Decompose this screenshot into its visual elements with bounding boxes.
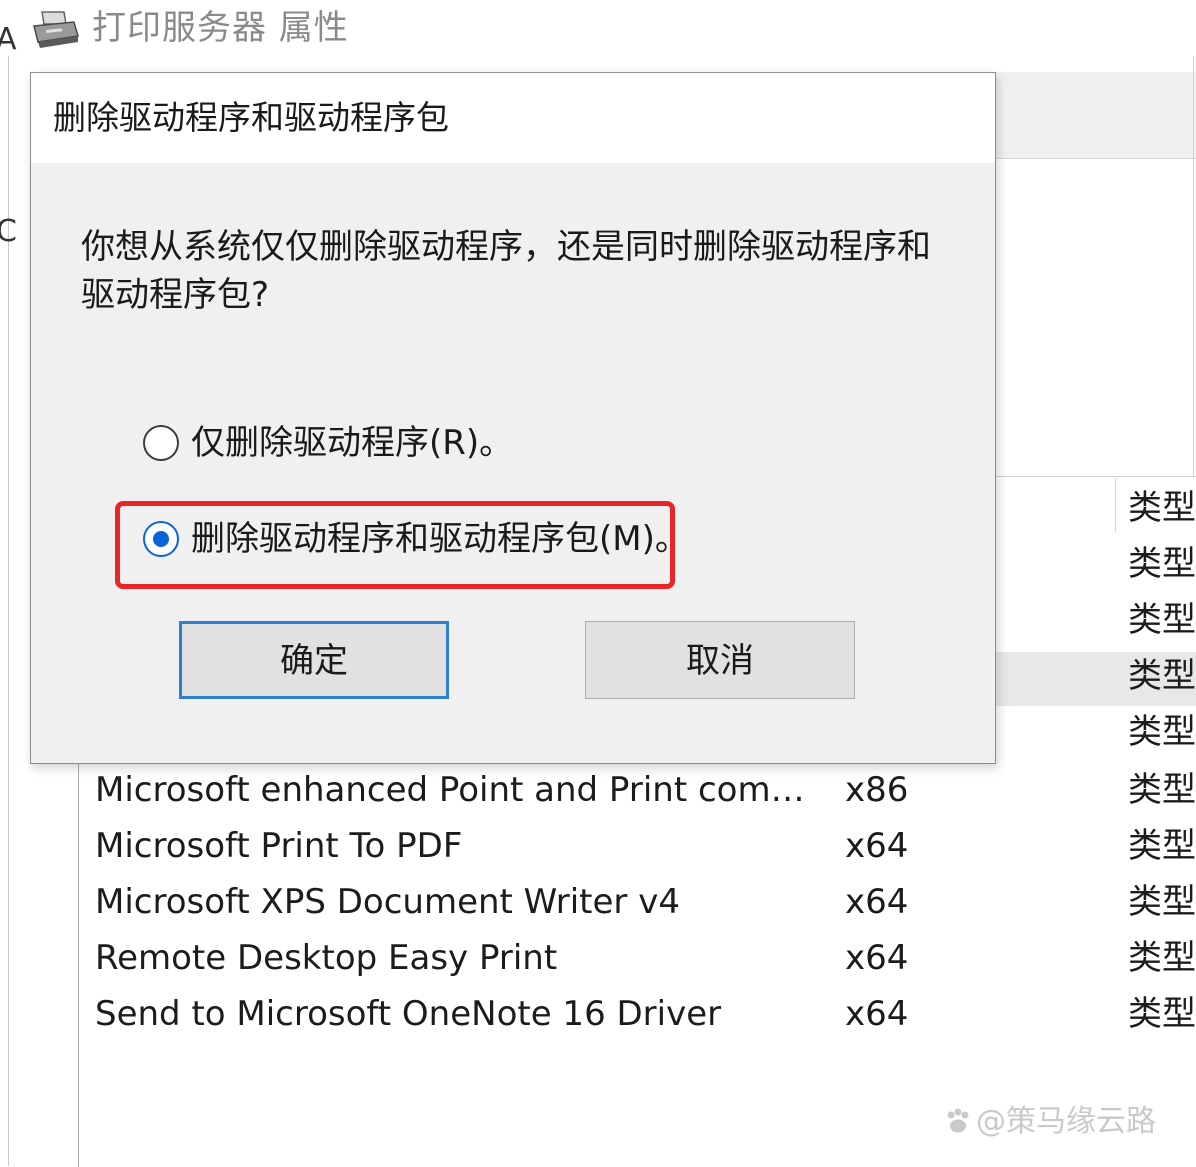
watermark-text: @策马缘云路 bbox=[976, 1104, 1156, 1139]
driver-environment: x64 bbox=[845, 994, 909, 1034]
clipped-label: A bbox=[0, 22, 17, 57]
type-cell: 类型 bbox=[1128, 656, 1196, 696]
type-cell: 类型 bbox=[1128, 544, 1196, 584]
driver-environment: x64 bbox=[845, 826, 909, 866]
type-cell: 类型 bbox=[1128, 712, 1196, 752]
clipped-label: C bbox=[0, 214, 17, 249]
table-row[interactable]: Microsoft enhanced Point and Print com… … bbox=[79, 762, 1196, 818]
driver-environment: x64 bbox=[845, 882, 909, 922]
driver-name: Microsoft Print To PDF bbox=[95, 826, 463, 866]
type-cell: 类型 bbox=[1128, 826, 1196, 866]
paw-icon bbox=[947, 1108, 969, 1133]
driver-name: Remote Desktop Easy Print bbox=[95, 938, 558, 978]
driver-name: Send to Microsoft OneNote 16 Driver bbox=[95, 994, 722, 1034]
window-title: 打印服务器 属性 bbox=[92, 8, 349, 48]
tab-strip bbox=[990, 72, 1196, 159]
driver-name: Microsoft enhanced Point and Print com… bbox=[95, 770, 805, 810]
type-cell: 类型 bbox=[1128, 600, 1196, 640]
table-row[interactable]: Remote Desktop Easy Print x64 bbox=[79, 930, 1196, 986]
type-cell: 类型 bbox=[1128, 938, 1196, 978]
ok-button[interactable]: 确定 bbox=[179, 621, 449, 699]
table-row[interactable]: Microsoft Print To PDF x64 bbox=[79, 818, 1196, 874]
window-titlebar: 打印服务器 属性 bbox=[0, 0, 1196, 56]
driver-name: Microsoft XPS Document Writer v4 bbox=[95, 882, 680, 922]
type-cell: 类型 bbox=[1128, 770, 1196, 810]
type-cell: 类型 bbox=[1128, 882, 1196, 922]
table-row[interactable]: Send to Microsoft OneNote 16 Driver x64 bbox=[79, 986, 1196, 1042]
watermark: @策马缘云路 bbox=[944, 1102, 1156, 1142]
dialog-titlebar[interactable]: 删除驱动程序和驱动程序包 bbox=[31, 73, 995, 163]
table-row[interactable]: Microsoft XPS Document Writer v4 x64 bbox=[79, 874, 1196, 930]
type-cell: 类型 bbox=[1128, 994, 1196, 1034]
driver-environment: x64 bbox=[845, 938, 909, 978]
printer-icon bbox=[33, 11, 79, 48]
type-cell: 类型 bbox=[1128, 488, 1196, 528]
dialog-question: 你想从系统仅仅删除驱动程序，还是同时删除驱动程序和驱动程序包? bbox=[81, 227, 931, 315]
driver-environment: x86 bbox=[845, 770, 909, 810]
cancel-button[interactable]: 取消 bbox=[585, 621, 855, 699]
annotation-highlight-box bbox=[115, 501, 675, 589]
column-separator[interactable] bbox=[1115, 478, 1116, 532]
remove-driver-dialog: 删除驱动程序和驱动程序包 你想从系统仅仅删除驱动程序，还是同时删除驱动程序和驱动… bbox=[30, 72, 996, 764]
dialog-title: 删除驱动程序和驱动程序包 bbox=[53, 98, 449, 137]
radio-button[interactable] bbox=[143, 425, 179, 461]
radio-label[interactable]: 仅删除驱动程序(R)。 bbox=[191, 419, 513, 467]
